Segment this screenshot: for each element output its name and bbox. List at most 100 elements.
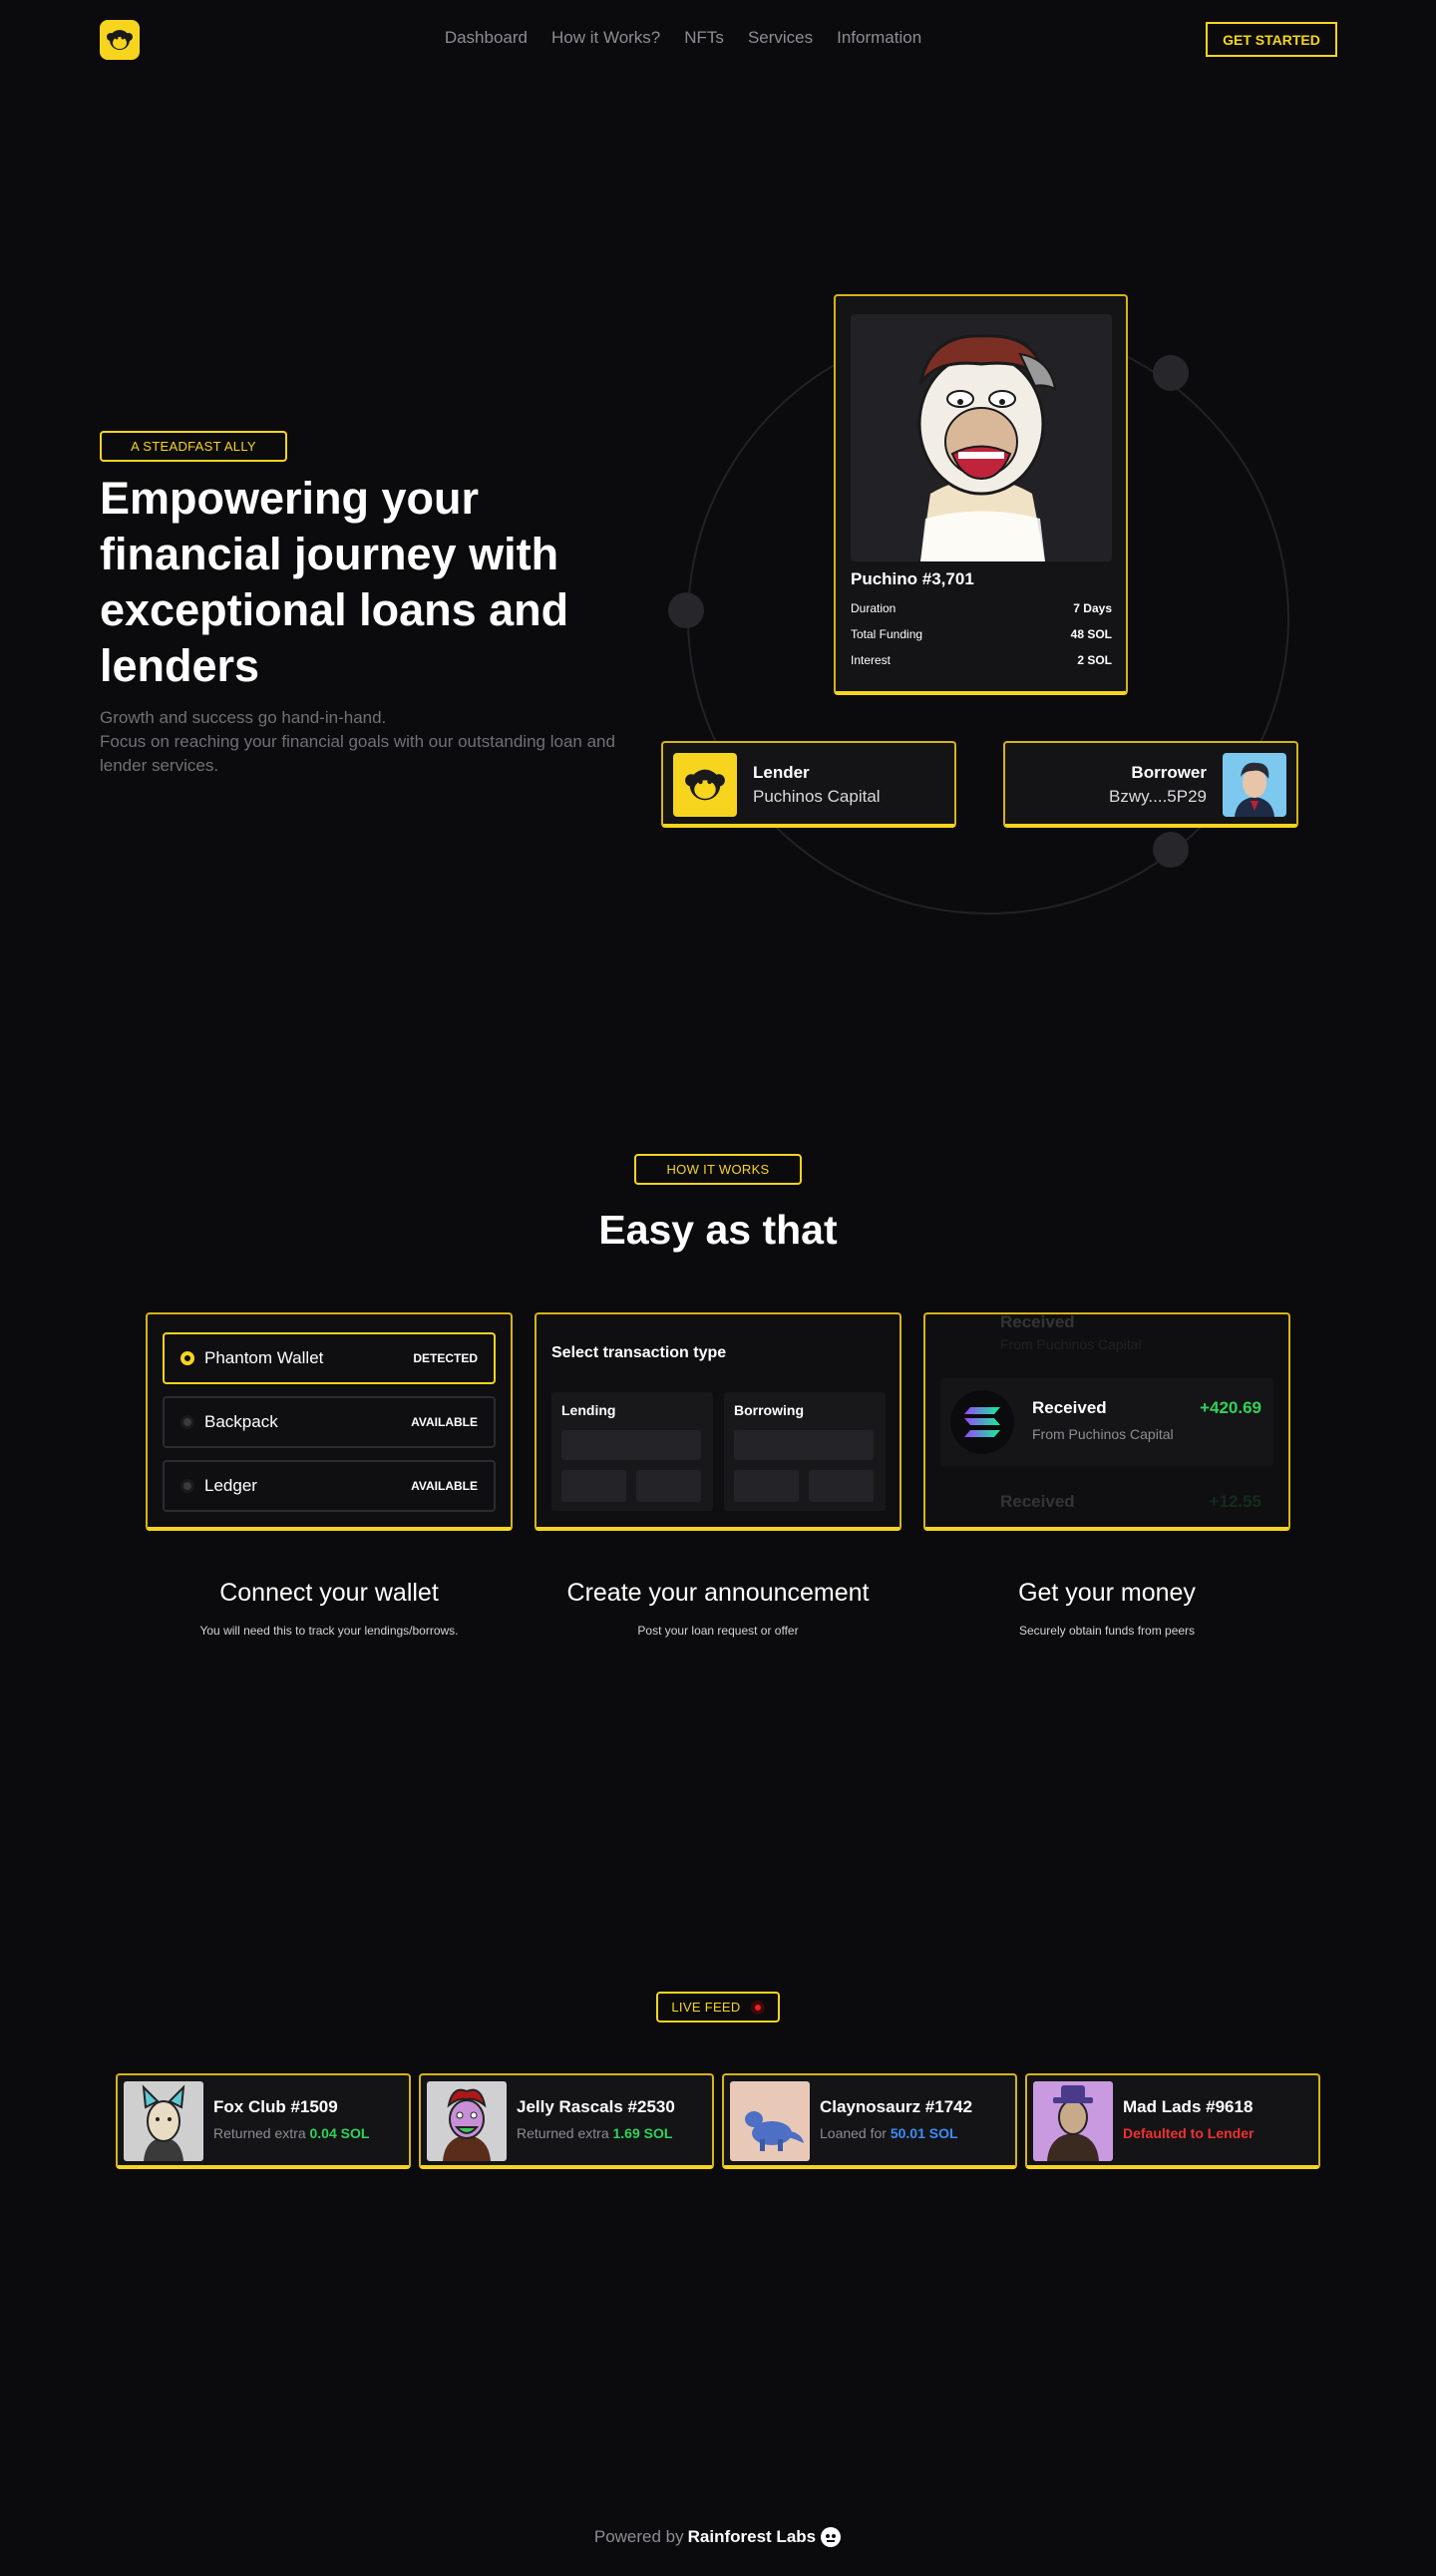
- hero-subtitle-line-2: Focus on reaching your financial goals w…: [100, 732, 615, 775]
- wallet-name: Backpack: [204, 1412, 278, 1431]
- nft-row-value: 2 SOL: [1077, 653, 1112, 667]
- received-amount: +12.55: [1209, 1492, 1261, 1511]
- footer: Powered by Rainforest Labs: [0, 2526, 1436, 2548]
- tx-lending-label: Lending: [561, 1402, 616, 1418]
- feed-item[interactable]: Mad Lads #9618 Defaulted to Lender: [1025, 2073, 1320, 2169]
- placeholder-block: [734, 1470, 799, 1502]
- lender-info: Lender Puchinos Capital: [753, 763, 881, 807]
- wallet-status: AVAILABLE: [411, 1415, 478, 1429]
- received-title: Received: [1032, 1398, 1107, 1417]
- radio-icon: [180, 1351, 194, 1365]
- rainforest-labs-icon: [821, 2527, 842, 2547]
- radio-icon: [180, 1415, 194, 1429]
- hero-badge: A STEADFAST ALLY: [100, 431, 287, 462]
- step-title: Create your announcement: [566, 1579, 870, 1607]
- borrower-title: Borrower: [1131, 763, 1207, 782]
- wallet-status: AVAILABLE: [411, 1479, 478, 1493]
- feed-item[interactable]: Jelly Rascals #2530 Returned extra 1.69 …: [419, 2073, 714, 2169]
- feed-item-title: Jelly Rascals #2530: [517, 2097, 675, 2116]
- lender-title: Lender: [753, 763, 810, 782]
- placeholder-block: [561, 1470, 626, 1502]
- nav-information[interactable]: Information: [837, 28, 921, 48]
- radio-icon: [180, 1479, 194, 1493]
- nft-row-value: 7 Days: [1073, 601, 1112, 615]
- get-money-card: Received From Puchinos Capital Received …: [923, 1312, 1290, 1531]
- wallet-option-backpack[interactable]: Backpack AVAILABLE: [163, 1396, 496, 1448]
- step-description: Securely obtain funds from peers: [1018, 1624, 1196, 1638]
- wallet-option-ledger[interactable]: Ledger AVAILABLE: [163, 1460, 496, 1512]
- wallet-status: DETECTED: [413, 1351, 478, 1365]
- orbit-dot: [1153, 355, 1189, 391]
- nft-avatar: [1033, 2081, 1113, 2161]
- nft-total-funding-row: Total Funding 48 SOL: [851, 627, 1112, 641]
- how-badge: HOW IT WORKS: [634, 1154, 802, 1185]
- nft-duration-row: Duration 7 Days: [851, 601, 1112, 615]
- lender-name: Puchinos Capital: [753, 787, 881, 806]
- feed-item-value: 1.69 SOL: [612, 2125, 673, 2141]
- received-item: Received From Puchinos Capital +420.69: [940, 1378, 1273, 1466]
- nav-nfts[interactable]: NFTs: [684, 28, 724, 48]
- ape-avatar-icon: [917, 334, 1057, 561]
- feed-item-value: 0.04 SOL: [309, 2125, 370, 2141]
- wallet-option-phantom[interactable]: Phantom Wallet DETECTED: [163, 1332, 496, 1384]
- lender-avatar: [673, 753, 737, 817]
- received-title: Received: [1000, 1312, 1075, 1331]
- nft-image: [851, 314, 1112, 561]
- hero-subtitle: Growth and success go hand-in-hand. Focu…: [100, 706, 618, 778]
- tx-title: Select transaction type: [551, 1344, 727, 1361]
- received-title: Received: [1000, 1492, 1075, 1511]
- get-started-button[interactable]: GET STARTED: [1206, 22, 1337, 57]
- step-description: Post your loan request or offer: [637, 1624, 799, 1638]
- received-from: From Puchinos Capital: [1000, 1336, 1142, 1352]
- placeholder-block: [734, 1430, 874, 1460]
- feed-item[interactable]: Fox Club #1509 Returned extra 0.04 SOL: [116, 2073, 411, 2169]
- nft-row-label: Total Funding: [851, 627, 923, 641]
- received-amount: +420.69: [1200, 1398, 1261, 1417]
- placeholder-block: [561, 1430, 701, 1460]
- hero-subtitle-line-1: Growth and success go hand-in-hand.: [100, 708, 387, 727]
- feed-item-status: Loaned for 50.01 SOL: [820, 2125, 958, 2141]
- feed-item-status: Returned extra 1.69 SOL: [517, 2125, 673, 2141]
- nft-avatar: [427, 2081, 507, 2161]
- lender-card[interactable]: Lender Puchinos Capital: [661, 741, 956, 828]
- nft-interest-row: Interest 2 SOL: [851, 653, 1112, 667]
- transaction-type-card: Select transaction type Lending Borrowin…: [535, 1312, 901, 1531]
- nav-services[interactable]: Services: [748, 28, 813, 48]
- placeholder-block: [636, 1470, 701, 1502]
- nav-dashboard[interactable]: Dashboard: [445, 28, 528, 48]
- tx-lending-option[interactable]: Lending: [551, 1392, 713, 1511]
- feed-item-title: Mad Lads #9618: [1123, 2097, 1254, 2116]
- step-description: You will need this to track your lending…: [199, 1624, 459, 1638]
- solana-icon: [950, 1390, 1014, 1454]
- borrower-name: Bzwy....5P29: [1109, 787, 1207, 806]
- connect-wallet-card: Phantom Wallet DETECTED Backpack AVAILAB…: [146, 1312, 513, 1531]
- footer-brand-link[interactable]: Rainforest Labs: [688, 2527, 816, 2547]
- received-from: From Puchinos Capital: [1032, 1426, 1174, 1442]
- footer-prefix: Powered by: [593, 2527, 684, 2546]
- feed-item-title: Claynosaurz #1742: [820, 2097, 973, 2116]
- nft-row-value: 48 SOL: [1070, 627, 1112, 641]
- feed-item-status: Defaulted to Lender: [1123, 2125, 1254, 2141]
- monkey-logo-icon: [685, 769, 725, 801]
- nft-avatar: [124, 2081, 203, 2161]
- wallet-name: Phantom Wallet: [204, 1348, 324, 1367]
- mad-lad-avatar-icon: [1047, 2085, 1099, 2161]
- placeholder-block: [809, 1470, 874, 1502]
- tx-borrowing-option[interactable]: Borrowing: [724, 1392, 886, 1511]
- solana-logo-icon: [964, 1407, 1000, 1437]
- live-feed-badge: LIVE FEED: [656, 1992, 780, 2023]
- feed-item-value: Defaulted to Lender: [1123, 2125, 1255, 2141]
- feed-item-status: Returned extra 0.04 SOL: [213, 2125, 370, 2141]
- tx-borrowing-label: Borrowing: [734, 1402, 804, 1418]
- borrower-avatar: [1223, 753, 1286, 817]
- received-item-faded: Received From Puchinos Capital: [940, 1312, 1273, 1362]
- dinosaur-avatar-icon: [745, 2111, 804, 2151]
- how-title: Easy as that: [598, 1207, 838, 1253]
- step-title: Connect your wallet: [219, 1579, 439, 1607]
- feed-item[interactable]: Claynosaurz #1742 Loaned for 50.01 SOL: [722, 2073, 1017, 2169]
- borrower-card[interactable]: Borrower Bzwy....5P29: [1003, 741, 1298, 828]
- rascal-avatar-icon: [443, 2088, 491, 2161]
- nft-card[interactable]: Puchino #3,701 Duration 7 Days Total Fun…: [834, 294, 1128, 695]
- nft-name: Puchino #3,701: [851, 569, 974, 588]
- nav-how-it-works[interactable]: How it Works?: [551, 28, 660, 48]
